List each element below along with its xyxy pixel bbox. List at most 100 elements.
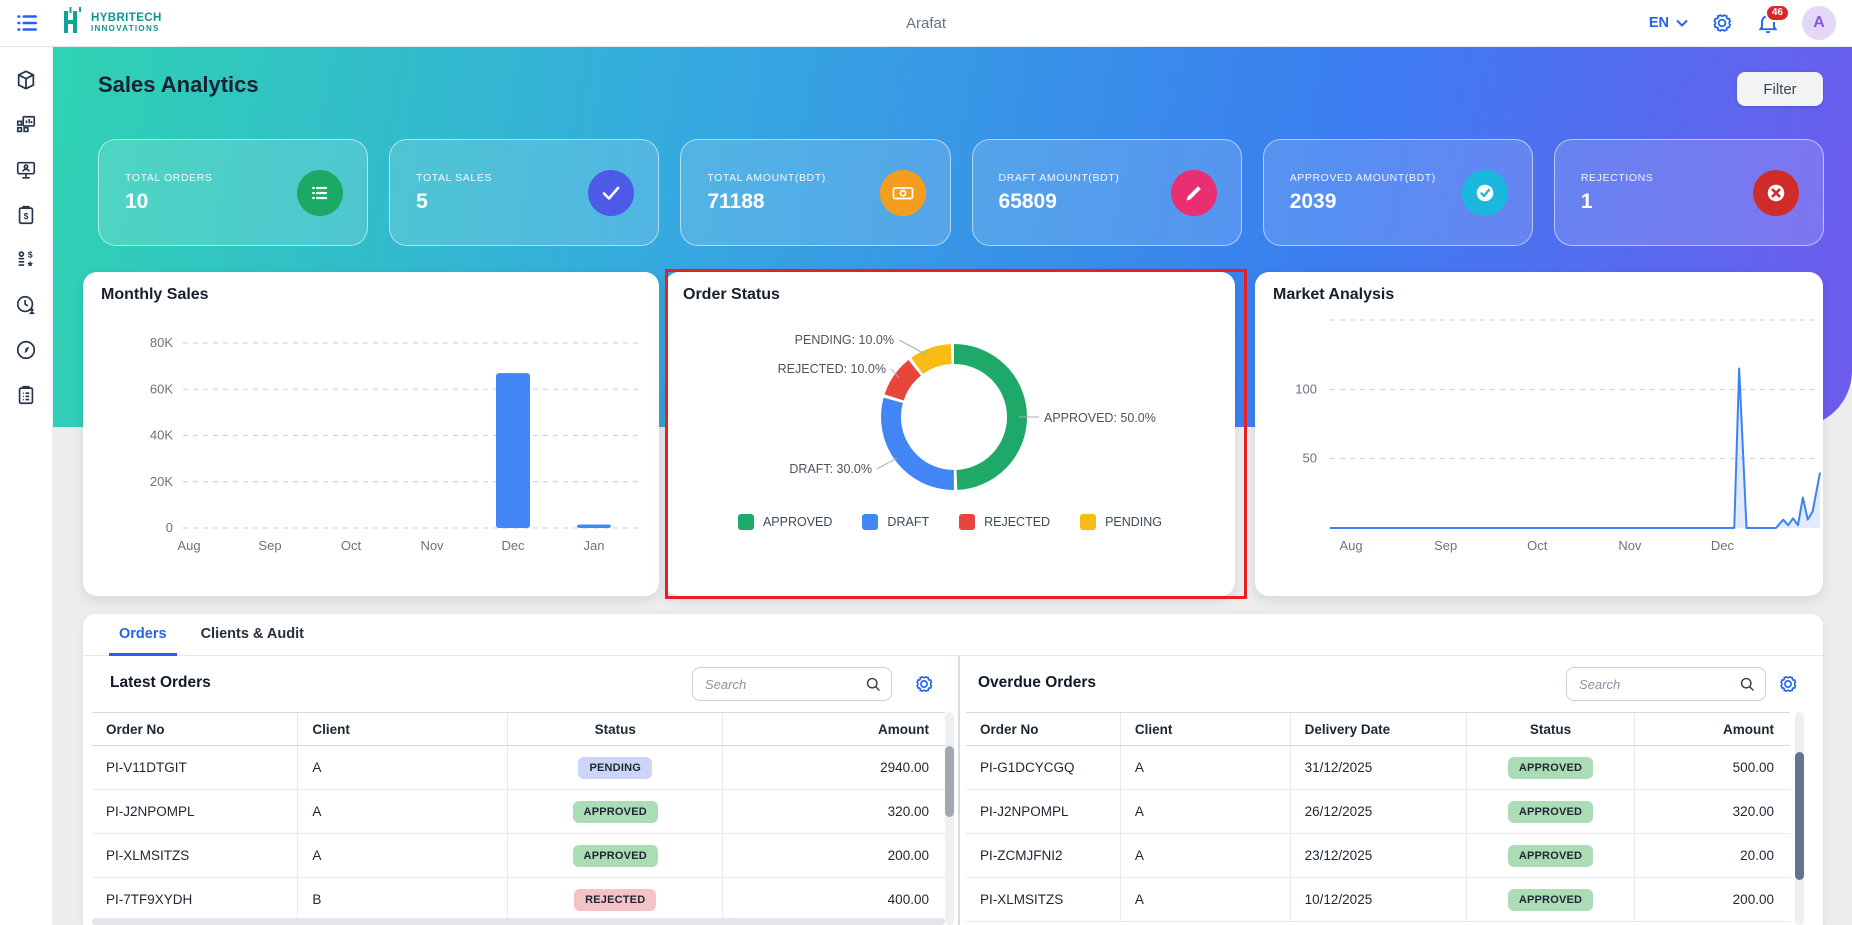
sidebar-monitor-user-icon[interactable] xyxy=(15,159,37,181)
svg-text:100: 100 xyxy=(1295,381,1317,396)
table-row[interactable]: PI-XLMSITZSAAPPROVED200.00 xyxy=(92,834,945,878)
overdue-orders-title: Overdue Orders xyxy=(978,674,1096,692)
x-circle-icon xyxy=(1753,170,1799,216)
sidebar-cube-icon[interactable] xyxy=(15,69,37,91)
cell-status: APPROVED xyxy=(508,790,723,833)
cell-amount: 320.00 xyxy=(1635,790,1790,833)
overdue-orders-table: Order NoClientDelivery DateStatusAmountP… xyxy=(966,712,1790,922)
stat-card-draft-amount-bdt-: DRAFT AMOUNT(BDT)65809 xyxy=(972,139,1242,246)
order-status-donut-chart: APPROVED: 50.0%DRAFT: 30.0%REJECTED: 10.… xyxy=(665,272,1235,596)
sidebar-audit-clipboard-icon[interactable] xyxy=(15,384,37,406)
cell-order_no: PI-V11DTGIT xyxy=(92,746,298,789)
table-row[interactable]: PI-J2NPOMPLAAPPROVED320.00 xyxy=(92,790,945,834)
legend-item-pending: PENDING xyxy=(1080,514,1162,530)
legend-swatch xyxy=(1080,514,1096,530)
monthly-sales-card: Monthly Sales 020K40K60K80KAugSepOctNovD… xyxy=(83,272,659,596)
tab-orders[interactable]: Orders xyxy=(109,614,177,656)
status-badge: PENDING xyxy=(578,757,652,779)
cell-order_no: PI-XLMSITZS xyxy=(92,834,298,877)
svg-text:Oct: Oct xyxy=(341,538,362,553)
cell-client: A xyxy=(298,790,508,833)
table-row[interactable]: PI-ZCMJFNI2A23/12/2025APPROVED20.00 xyxy=(966,834,1790,878)
cell-client: A xyxy=(298,746,508,789)
svg-text:APPROVED: 50.0%: APPROVED: 50.0% xyxy=(1044,411,1156,425)
settings-gear-icon[interactable] xyxy=(1710,11,1734,35)
status-badge: APPROVED xyxy=(573,801,658,823)
status-badge: APPROVED xyxy=(573,845,658,867)
tab-bar: Orders Clients & Audit xyxy=(83,614,1823,656)
latest-orders-title: Latest Orders xyxy=(110,674,211,692)
cell-status: PENDING xyxy=(508,746,723,789)
svg-text:$: $ xyxy=(28,249,33,259)
latest-orders-search-input[interactable] xyxy=(693,668,891,700)
latest-orders-hscrollbar[interactable] xyxy=(92,918,945,925)
stat-card-label: APPROVED AMOUNT(BDT) xyxy=(1290,172,1436,184)
svg-text:Nov: Nov xyxy=(420,538,444,553)
table-row[interactable]: PI-J2NPOMPLA26/12/2025APPROVED320.00 xyxy=(966,790,1790,834)
cell-status: APPROVED xyxy=(508,834,723,877)
language-selector[interactable]: EN xyxy=(1649,15,1688,31)
status-badge: APPROVED xyxy=(1508,757,1593,779)
table-row[interactable]: PI-7TF9XYDHBREJECTED400.00 xyxy=(92,878,945,922)
check-badge-icon xyxy=(1462,170,1508,216)
svg-text:80K: 80K xyxy=(150,335,173,350)
column-header-order_no: Order No xyxy=(92,713,298,745)
notifications-bell-icon[interactable]: 46 xyxy=(1756,11,1780,35)
svg-text:60K: 60K xyxy=(150,381,173,396)
cell-order_no: PI-7TF9XYDH xyxy=(92,878,298,921)
cell-client: A xyxy=(1121,790,1291,833)
svg-text:50: 50 xyxy=(1303,451,1317,466)
cell-delivery_date: 26/12/2025 xyxy=(1291,790,1467,833)
orders-section-card: Orders Clients & Audit Latest Orders xyxy=(83,614,1823,925)
stat-cards-row: TOTAL ORDERS10TOTAL SALES5TOTAL AMOUNT(B… xyxy=(98,139,1824,246)
cell-amount: 200.00 xyxy=(1635,878,1790,921)
latest-orders-scrollbar-track[interactable] xyxy=(945,712,954,925)
latest-orders-settings-gear-icon[interactable] xyxy=(913,673,935,695)
stat-card-approved-amount-bdt-: APPROVED AMOUNT(BDT)2039 xyxy=(1263,139,1533,246)
stat-card-label: TOTAL AMOUNT(BDT) xyxy=(707,172,826,184)
legend-swatch xyxy=(862,514,878,530)
stat-card-label: DRAFT AMOUNT(BDT) xyxy=(999,172,1120,184)
monthly-sales-bar-chart: 020K40K60K80KAugSepOctNovDecJan xyxy=(83,318,659,596)
sidebar-pending-clock-icon[interactable] xyxy=(15,294,37,316)
legend-label: APPROVED xyxy=(763,515,832,529)
search-icon[interactable] xyxy=(865,676,882,693)
table-row[interactable]: PI-V11DTGITAPENDING2940.00 xyxy=(92,746,945,790)
table-row[interactable]: PI-G1DCYCGQA31/12/2025APPROVED500.00 xyxy=(966,746,1790,790)
latest-orders-search xyxy=(692,667,892,701)
table-row[interactable]: PI-XLMSITZSA10/12/2025APPROVED200.00 xyxy=(966,878,1790,922)
cell-order_no: PI-G1DCYCGQ xyxy=(966,746,1121,789)
market-analysis-title: Market Analysis xyxy=(1273,286,1394,304)
latest-orders-scrollbar-thumb[interactable] xyxy=(945,746,954,817)
column-header-status: Status xyxy=(1467,713,1635,745)
svg-text:Sep: Sep xyxy=(1434,538,1457,553)
sidebar-client-rating-icon[interactable]: $ xyxy=(15,249,37,271)
sidebar-order-clipboard-icon[interactable]: $ xyxy=(15,204,37,226)
sidebar-compass-icon[interactable] xyxy=(15,339,37,361)
overdue-orders-scrollbar-thumb[interactable] xyxy=(1795,752,1804,880)
left-sidebar: $$ xyxy=(0,47,53,925)
list-icon xyxy=(297,170,343,216)
user-avatar[interactable]: A xyxy=(1802,6,1836,40)
cell-delivery_date: 31/12/2025 xyxy=(1291,746,1467,789)
cell-amount: 400.00 xyxy=(723,878,945,921)
chevron-down-icon xyxy=(1676,19,1688,27)
legend-item-rejected: REJECTED xyxy=(959,514,1050,530)
market-analysis-card: Market Analysis 50100AugSepOctNovDec xyxy=(1255,272,1823,596)
cell-status: REJECTED xyxy=(508,878,723,921)
latest-orders-panel: Latest Orders Order NoClientStatusAmount… xyxy=(92,656,945,925)
tab-clients-audit[interactable]: Clients & Audit xyxy=(191,614,314,656)
overdue-orders-search xyxy=(1566,667,1766,701)
cell-order_no: PI-XLMSITZS xyxy=(966,878,1121,921)
table-header-row: Order NoClientDelivery DateStatusAmount xyxy=(966,712,1790,746)
sidebar-dashboard-chart-icon[interactable] xyxy=(15,114,37,136)
notification-count-badge: 46 xyxy=(1765,4,1790,22)
filter-button[interactable]: Filter xyxy=(1737,72,1823,106)
check-icon xyxy=(588,170,634,216)
overdue-orders-search-input[interactable] xyxy=(1567,668,1765,700)
overdue-orders-settings-gear-icon[interactable] xyxy=(1777,673,1799,695)
cell-order_no: PI-J2NPOMPL xyxy=(92,790,298,833)
page-title: Sales Analytics xyxy=(98,72,259,98)
status-badge: APPROVED xyxy=(1508,845,1593,867)
search-icon[interactable] xyxy=(1739,676,1756,693)
